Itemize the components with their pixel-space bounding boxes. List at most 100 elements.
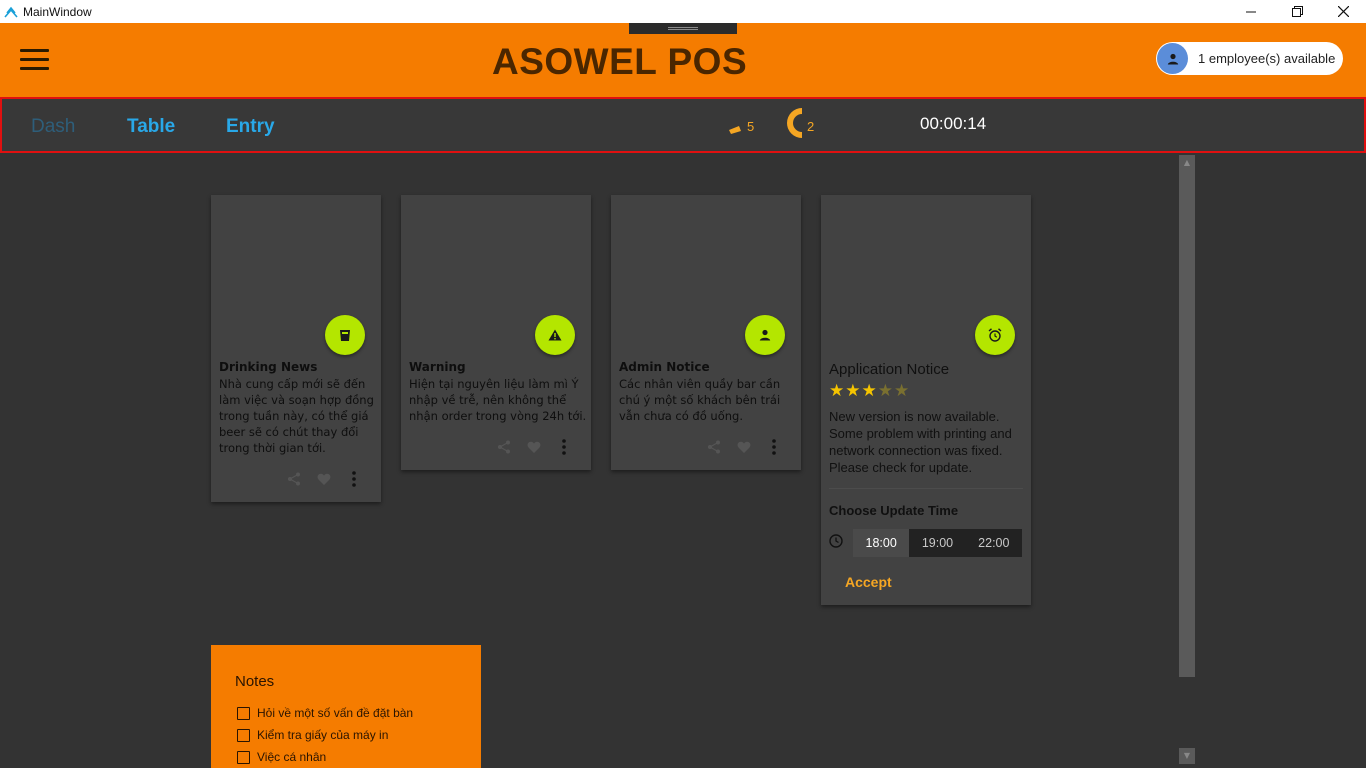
note-text: Kiểm tra giấy của máy in [257,728,389,742]
star-filled-icon[interactable]: ★ [862,383,877,400]
star-empty-icon[interactable]: ★ [878,383,893,400]
card-body: Nhà cung cấp mới sẽ đến làm việc và soạn… [219,377,374,455]
avatar [1157,43,1188,74]
employee-chip-label: 1 employee(s) available [1198,51,1336,66]
drag-handle[interactable] [629,23,737,34]
scroll-thumb[interactable] [1179,155,1195,677]
card-fab[interactable] [975,315,1015,355]
brand-title: ASOWEL POS [492,41,748,82]
scroll-up-icon[interactable]: ▲ [1179,155,1195,171]
hamburger-line [20,67,49,70]
scroll-down-icon[interactable]: ▼ [1179,748,1195,764]
like-button[interactable] [309,469,339,489]
card-actions [699,437,789,457]
choose-time-label: Choose Update Time [829,503,959,518]
share-icon [498,440,510,454]
half-circle-icon [787,108,802,138]
more-vert-icon [352,471,356,487]
drink-count: 5 [747,119,755,134]
notice-card-application: Application Notice ★ ★ ★ ★ ★ New version is … [821,195,1031,605]
tab-dash[interactable]: Dash [31,116,75,138]
close-button[interactable] [1320,0,1366,23]
share-button[interactable] [279,469,309,489]
warning-icon [548,329,562,341]
restore-button[interactable] [1274,0,1320,23]
session-timer: 00:00:14 [920,114,987,133]
person-icon [1167,53,1178,64]
tab-table[interactable]: Table [127,116,175,138]
rating-stars[interactable]: ★ ★ ★ ★ ★ [829,383,910,400]
more-button[interactable] [759,437,789,457]
note-item[interactable]: Hỏi về một số vấn đề đặt bàn [237,706,413,720]
star-filled-icon[interactable]: ★ [829,383,844,400]
note-item[interactable]: Kiểm tra giấy của máy in [237,728,388,742]
heart-icon [317,473,331,485]
notes-panel: Notes Hỏi về một số vấn đề đặt bàn Kiểm … [211,645,481,768]
more-vert-icon [562,439,566,455]
time-option-22[interactable]: 22:00 [966,529,1022,557]
clock-icon [829,533,843,552]
more-button[interactable] [339,469,369,489]
time-option-18[interactable]: 18:00 [853,529,910,557]
heart-icon [527,441,541,453]
notice-card-warning: Warning Hiện tại nguyên liệu làm mì Ý nh… [401,195,591,470]
note-item[interactable]: Việc cá nhân [237,750,326,764]
accept-button[interactable]: Accept [845,574,892,590]
share-button[interactable] [699,437,729,457]
alarm-icon [988,328,1002,342]
card-actions [489,437,579,457]
minimize-button[interactable] [1228,0,1274,23]
card-actions [279,469,369,489]
close-icon [1337,6,1349,17]
employee-chip[interactable]: 1 employee(s) available [1156,42,1343,75]
like-button[interactable] [729,437,759,457]
share-icon [708,440,720,454]
window-titlebar: MainWindow [0,0,1366,23]
card-body: Các nhân viên quầy bar cần chú ý một số … [619,377,781,423]
star-filled-icon[interactable]: ★ [845,383,860,400]
grip-icon [668,27,698,30]
minimize-icon [1246,11,1256,12]
checkbox[interactable] [237,706,250,720]
cup-icon [340,329,350,341]
card-fab[interactable] [745,315,785,355]
note-text: Hỏi về một số vấn đề đặt bàn [257,706,414,720]
order-count: 2 [807,119,815,134]
app-notice-body: New version is now available. Some probl… [829,409,1012,475]
like-button[interactable] [519,437,549,457]
card-body: Hiện tại nguyên liệu làm mì Ý nhập về tr… [409,377,587,423]
restore-icon [1291,6,1303,17]
hamburger-line [20,49,49,52]
more-button[interactable] [549,437,579,457]
heart-icon [737,441,751,453]
drink-icon [729,126,741,134]
share-icon [288,472,300,486]
more-vert-icon [772,439,776,455]
notice-card-drinking: Drinking News Nhà cung cấp mới sẽ đến là… [211,195,381,502]
divider [829,488,1023,489]
window-title: MainWindow [23,4,92,19]
share-button[interactable] [489,437,519,457]
card-fab[interactable] [325,315,365,355]
person-icon [759,329,771,341]
card-title: Drinking News [219,360,318,374]
hamburger-line [20,58,49,61]
notice-card-admin: Admin Notice Các nhân viên quầy bar cần … [611,195,801,470]
note-text: Việc cá nhân [257,750,327,764]
card-fab[interactable] [535,315,575,355]
menu-button[interactable] [20,49,49,71]
app-notice-title: Application Notice [829,361,950,378]
vertical-scrollbar[interactable]: ▲ ▼ [1179,155,1195,768]
checkbox[interactable] [237,750,250,764]
app-logo-icon [3,4,19,20]
star-empty-icon[interactable]: ★ [894,383,909,400]
checkbox[interactable] [237,728,250,742]
update-time-toggle: 18:00 19:00 22:00 [853,529,1022,557]
card-title: Warning [409,360,466,374]
nav-bar: Dash Table Entry 5 2 00:00:14 [0,97,1366,153]
card-title: Admin Notice [619,360,710,374]
notes-title: Notes [235,673,275,690]
tab-entry[interactable]: Entry [226,116,275,138]
time-option-19[interactable]: 19:00 [909,529,965,557]
app-header: ASOWEL POS 1 employee(s) available [0,23,1366,97]
